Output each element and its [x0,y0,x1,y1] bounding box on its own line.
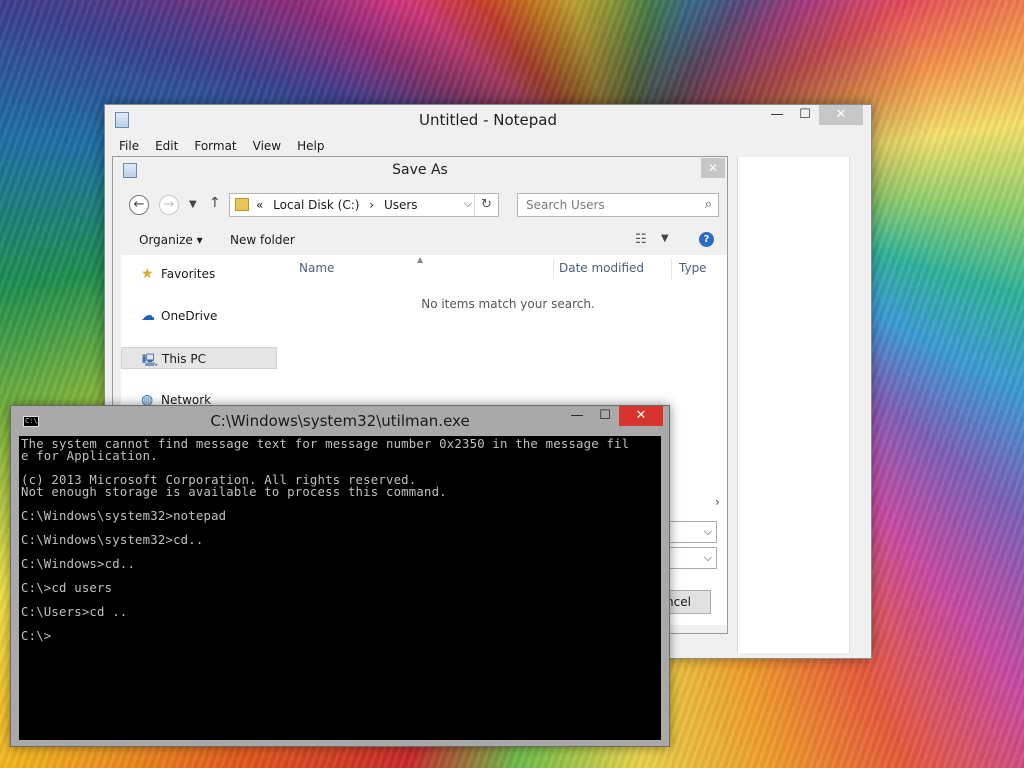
organize-button[interactable]: Organize ▾ [139,233,203,247]
menu-file[interactable]: File [119,135,139,157]
menu-view[interactable]: View [253,135,281,157]
star-icon: ★ [141,266,154,282]
console-line: C:\>cd users [21,581,113,595]
breadcrumb: « Local Disk (C:) › Users [256,198,424,212]
forward-arrow-icon[interactable]: → [159,195,179,215]
chevron-right-icon[interactable]: › [715,495,720,509]
console-line: Not enough storage is available to proce… [21,485,447,499]
maximize-button[interactable]: ☐ [591,406,619,426]
cloud-icon: ☁ [141,308,155,324]
console-output[interactable]: The system cannot find message text for … [19,436,661,740]
save-as-titlebar[interactable]: Save As ✕ [113,157,727,185]
nav-item-favorites[interactable]: ★ Favorites [121,263,277,285]
nav-item-this-pc[interactable]: 🖳 This PC [121,347,277,369]
close-button[interactable]: ✕ [701,158,725,178]
close-button[interactable]: ✕ [619,406,663,426]
chevron-down-icon[interactable]: ▼ [661,233,669,244]
empty-message: No items match your search. [421,297,595,311]
notepad-titlebar[interactable]: Untitled - Notepad — ☐ ✕ [105,105,871,135]
chevron-down-icon[interactable]: ⌵ [464,197,472,211]
nav-item-label: OneDrive [161,309,218,323]
column-header-date-modified[interactable]: Date modified [559,261,644,275]
navigation-bar: ← → ▼ ↑ « Local Disk (C:) › Users ⌵ ↻ Se… [129,193,719,219]
close-button[interactable]: ✕ [819,105,863,125]
console-line: C:\Windows\system32>notepad [21,509,227,523]
cmd-titlebar[interactable]: C:\ C:\Windows\system32\utilman.exe — ☐ … [11,406,669,436]
back-arrow-icon[interactable]: ← [129,195,149,215]
address-bar[interactable]: « Local Disk (C:) › Users ⌵ ↻ [229,193,499,217]
notepad-text-area[interactable] [737,157,865,653]
column-divider[interactable] [553,259,554,279]
console-line: C:\> [21,629,52,643]
recent-locations-icon[interactable]: ▼ [189,199,197,210]
folder-icon [235,198,249,211]
dialog-toolbar: Organize ▾ New folder ☷ ▼ ? [113,227,727,255]
command-prompt-window[interactable]: C:\ C:\Windows\system32\utilman.exe — ☐ … [10,405,670,747]
save-as-title: Save As [392,162,448,178]
breadcrumb-separator-icon[interactable]: › [369,198,374,212]
maximize-button[interactable]: ☐ [791,105,819,125]
chevron-down-icon: ⌵ [703,551,712,564]
minimize-button[interactable]: — [563,406,591,426]
console-line: C:\Users>cd .. [21,605,128,619]
new-folder-button[interactable]: New folder [230,233,295,247]
console-line: C:\Windows>cd.. [21,557,136,571]
nav-item-onedrive[interactable]: ☁ OneDrive [121,305,277,327]
nav-item-label: This PC [162,352,206,366]
console-line: C:\Windows\system32>cd.. [21,533,204,547]
breadcrumb-local-disk[interactable]: Local Disk (C:) [273,198,359,212]
search-input[interactable]: Search Users ⌕ [517,193,719,217]
computer-icon: 🖳 [142,353,159,367]
menu-edit[interactable]: Edit [155,135,178,157]
refresh-icon[interactable]: ↻ [474,194,498,216]
up-arrow-icon[interactable]: ↑ [209,195,221,211]
chevron-down-icon: ⌵ [703,525,712,538]
console-line: e for Application. [21,449,158,463]
column-header-type[interactable]: Type [679,261,707,275]
menu-help[interactable]: Help [297,135,324,157]
breadcrumb-overflow[interactable]: « [256,198,263,212]
minimize-button[interactable]: — [763,105,791,125]
breadcrumb-users[interactable]: Users [384,198,418,212]
notepad-menubar: File Edit Format View Help [105,135,871,157]
help-icon[interactable]: ? [699,232,714,247]
view-options-icon[interactable]: ☷ [635,232,647,247]
notepad-title: Untitled - Notepad [418,111,558,129]
menu-format[interactable]: Format [194,135,236,157]
column-header-name[interactable]: Name [299,261,334,275]
sort-ascending-icon: ▲ [417,255,424,264]
nav-item-label: Favorites [161,267,216,281]
search-placeholder: Search Users [526,198,605,212]
notepad-scrollbar[interactable] [849,157,865,653]
column-divider[interactable] [671,259,672,279]
search-icon[interactable]: ⌕ [705,197,712,212]
